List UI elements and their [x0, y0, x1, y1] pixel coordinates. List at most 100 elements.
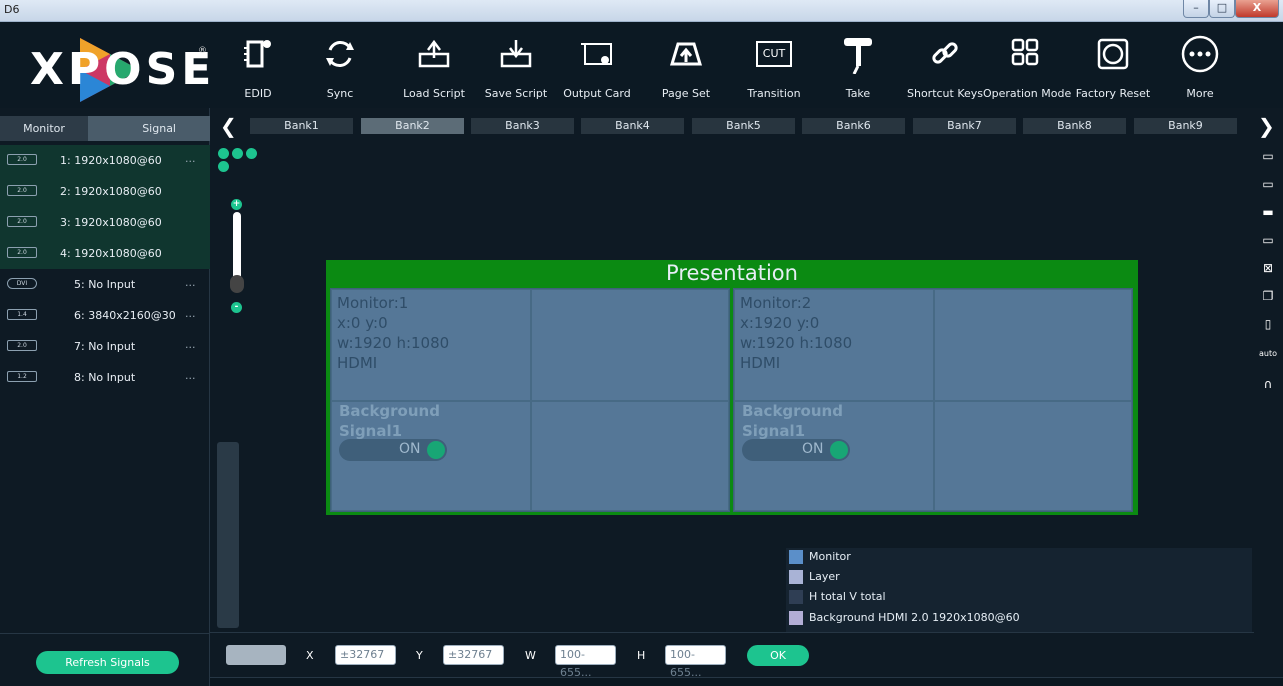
monitor-name: Monitor:2	[740, 294, 812, 312]
edid-button[interactable]: EDID	[228, 22, 288, 108]
maximize-button[interactable]: □	[1209, 0, 1235, 18]
bank-tab[interactable]: Bank2	[361, 118, 464, 134]
zoom-in-button[interactable]: +	[231, 199, 242, 210]
lock-on-icon[interactable]: ∩	[1259, 376, 1277, 392]
bank-next-button[interactable]: ❯	[1258, 114, 1275, 138]
monitor-1[interactable]: Monitor:1 x:0 y:0 w:1920 h:1080 HDMI Bac…	[330, 288, 730, 512]
hdmi-port-icon: 2.0	[7, 216, 37, 227]
main-toolbar: XPOSE ® EDID Sync Load Script Save Scrip…	[0, 22, 1283, 108]
logo-registered: ®	[198, 46, 207, 56]
bank-tab[interactable]: Bank4	[581, 118, 684, 134]
bank-tab[interactable]: Bank7	[913, 118, 1016, 134]
layer-forward-icon[interactable]: ▭	[1259, 176, 1277, 192]
more-label: More	[1186, 87, 1214, 100]
tab-monitor[interactable]: Monitor	[0, 116, 88, 141]
bank-tab[interactable]: Bank1	[250, 118, 353, 134]
signal-item[interactable]: 1.2 8: No Input...	[0, 362, 210, 393]
bank-tab[interactable]: Bank8	[1023, 118, 1126, 134]
sync-label: Sync	[326, 87, 354, 100]
dp-port-icon: 1.2	[7, 371, 37, 382]
y-input[interactable]: ±32767	[443, 645, 504, 665]
sync-icon	[320, 32, 360, 76]
x-label: X	[306, 649, 314, 662]
signal-item[interactable]: DVI 5: No Input...	[0, 269, 210, 300]
monitor-name: Monitor:1	[337, 294, 409, 312]
signal-more-button[interactable]: ...	[185, 276, 196, 289]
edid-chip-icon	[238, 32, 278, 76]
legend-label: H total V total	[809, 590, 886, 603]
close-button[interactable]: X	[1235, 0, 1279, 18]
property-bar: X ±32767 Y ±32767 W 100-655... H 100-655…	[210, 632, 1254, 679]
auto-icon[interactable]: auto	[1259, 346, 1277, 362]
signal-item[interactable]: 2.0 4: 1920x1080@60	[0, 238, 210, 269]
background-toggle[interactable]: ON	[742, 439, 850, 461]
monitor-size: w:1920 h:1080	[337, 334, 450, 352]
factory-reset-button[interactable]: Factory Reset	[1073, 22, 1153, 108]
signal-item[interactable]: 2.0 2: 1920x1080@60	[0, 176, 210, 207]
operation-mode-icon	[1005, 32, 1045, 76]
signal-item[interactable]: 1.4 6: 3840x2160@30...	[0, 300, 210, 331]
layer-backward-icon[interactable]: ▬	[1259, 204, 1277, 220]
copy-icon[interactable]: ❐	[1259, 288, 1277, 304]
signal-more-button[interactable]: ...	[185, 152, 196, 165]
h-input[interactable]: 100-655...	[665, 645, 726, 679]
signal-item[interactable]: 2.0 1: 1920x1080@60...	[0, 145, 210, 176]
align-bottom-icon[interactable]	[218, 161, 229, 172]
output-card-button[interactable]: Output Card	[563, 22, 631, 108]
layer-back-icon[interactable]: ▭	[1259, 232, 1277, 248]
monitor-interface: HDMI	[740, 354, 781, 372]
page-set-label: Page Set	[661, 87, 711, 100]
background-toggle[interactable]: ON	[339, 439, 447, 461]
factory-reset-label: Factory Reset	[1075, 87, 1151, 100]
signal-item[interactable]: 2.0 7: No Input...	[0, 331, 210, 362]
bank-tab[interactable]: Bank3	[471, 118, 574, 134]
zoom-slider-handle[interactable]	[230, 275, 244, 293]
bank-tab[interactable]: Bank6	[802, 118, 905, 134]
more-button[interactable]: More	[1170, 22, 1230, 108]
align-left-icon[interactable]	[232, 148, 243, 159]
ok-button[interactable]: OK	[747, 645, 809, 666]
dvi-port-icon: DVI	[7, 278, 37, 289]
take-button[interactable]: Take	[828, 22, 888, 108]
monitor-size: w:1920 h:1080	[740, 334, 853, 352]
align-right-icon[interactable]	[246, 148, 257, 159]
toggle-knob	[830, 441, 848, 459]
shortcut-keys-button[interactable]: Shortcut Keys	[905, 22, 985, 108]
monitor-position: x:1920 y:0	[740, 314, 820, 332]
layer-front-icon[interactable]: ▭	[1259, 148, 1277, 164]
logo-text: XPOSE	[30, 44, 216, 95]
bank-tab[interactable]: Bank5	[692, 118, 795, 134]
monitor-2[interactable]: Monitor:2 x:1920 y:0 w:1920 h:1080 HDMI …	[733, 288, 1133, 512]
w-input[interactable]: 100-655...	[555, 645, 616, 679]
signal-more-button[interactable]: ...	[185, 338, 196, 351]
legend-swatch	[789, 570, 803, 584]
bank-tab[interactable]: Bank9	[1134, 118, 1237, 134]
close-layer-icon[interactable]: ⊠	[1259, 260, 1277, 276]
transition-button[interactable]: CUT Transition	[740, 22, 808, 108]
bank-prev-button[interactable]: ❮	[220, 114, 237, 138]
sync-button[interactable]: Sync	[310, 22, 370, 108]
refresh-signals-button[interactable]: Refresh Signals	[36, 651, 179, 674]
load-script-button[interactable]: Load Script	[400, 22, 468, 108]
zoom-out-button[interactable]: -	[231, 302, 242, 313]
signal-name: 2: 1920x1080@60	[60, 185, 162, 198]
background-signal: Signal1	[339, 422, 403, 440]
toggle-state: ON	[802, 441, 824, 457]
w-label: W	[525, 649, 536, 662]
minimize-button[interactable]: –	[1183, 0, 1209, 18]
signal-more-button[interactable]: ...	[185, 369, 196, 382]
operation-mode-button[interactable]: Operation Mode	[983, 22, 1071, 108]
presentation-title: Presentation	[666, 261, 798, 285]
x-input[interactable]: ±32767	[335, 645, 396, 665]
monitor-grid-cell	[531, 289, 729, 401]
signal-item[interactable]: 2.0 3: 1920x1080@60	[0, 207, 210, 238]
page-set-button[interactable]: Page Set	[652, 22, 720, 108]
paste-icon[interactable]: ▯	[1259, 316, 1277, 332]
tab-signal[interactable]: Signal	[88, 116, 210, 141]
save-script-button[interactable]: Save Script	[482, 22, 550, 108]
signal-more-button[interactable]: ...	[185, 307, 196, 320]
align-top-icon[interactable]	[218, 148, 229, 159]
vertical-scrollbar[interactable]	[217, 442, 239, 628]
presentation-screen[interactable]: Presentation Monitor:1 x:0 y:0 w:1920 h:…	[326, 260, 1138, 515]
layer-name-field[interactable]	[226, 645, 286, 665]
